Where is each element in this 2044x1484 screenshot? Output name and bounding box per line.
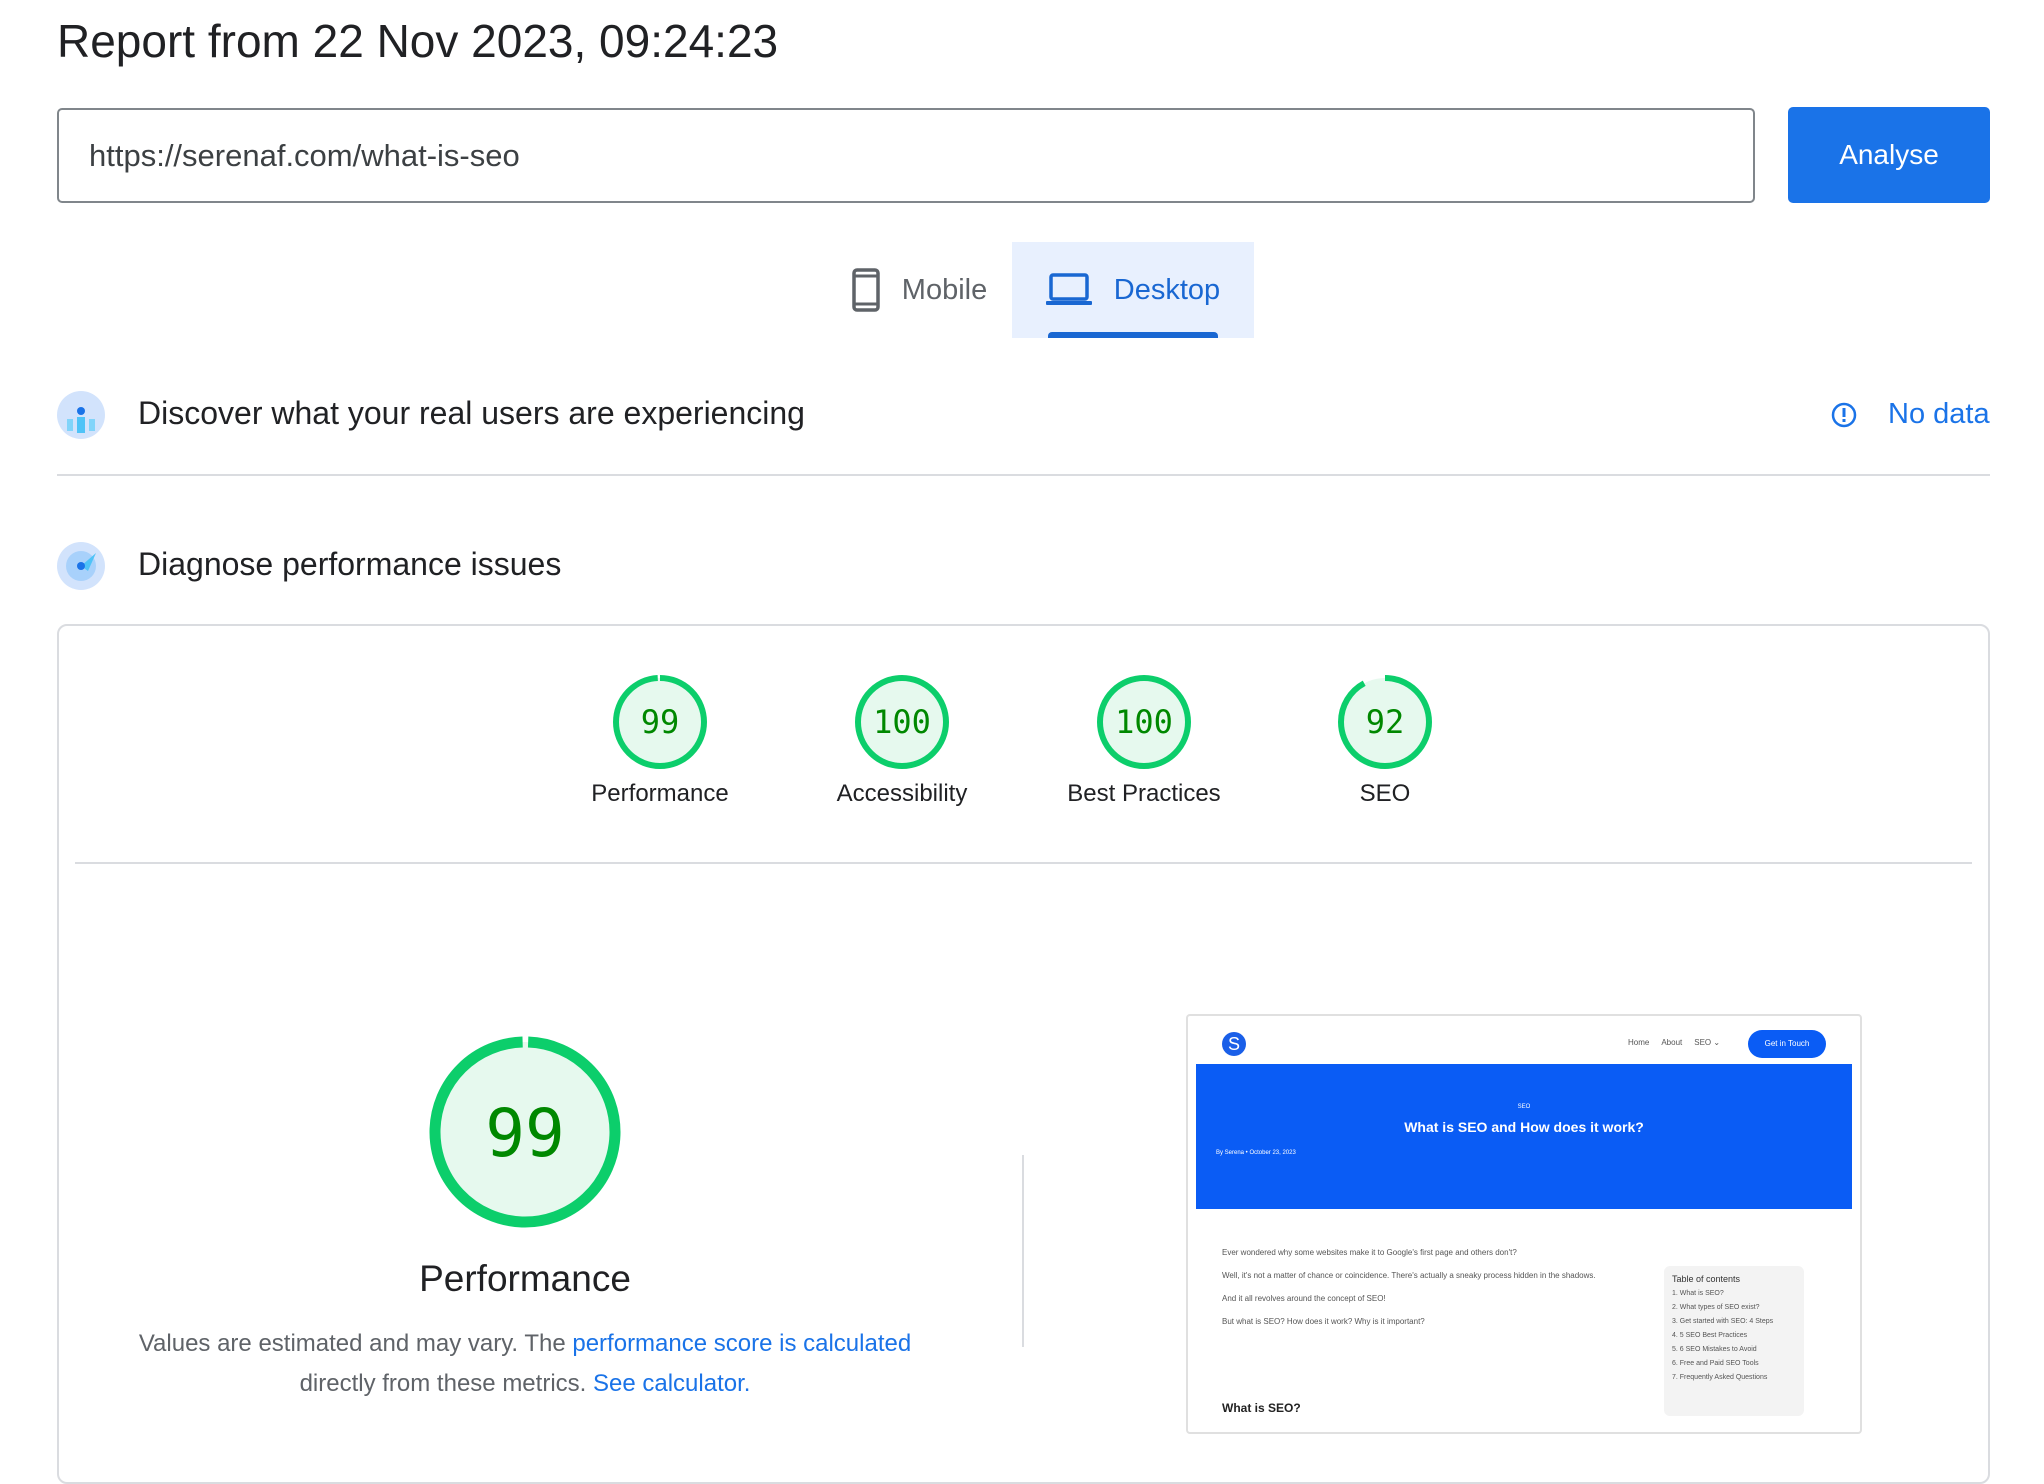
laptop-icon xyxy=(1045,273,1092,305)
divider xyxy=(57,474,1990,476)
headline: What is SEO and How does it work? xyxy=(1404,1119,1644,1135)
field-data-title: Discover what your real users are experi… xyxy=(138,395,805,431)
toc-item: 6. Free and Paid SEO Tools xyxy=(1672,1360,1759,1367)
score-label: Performance xyxy=(591,780,729,807)
desc-text: directly from these metrics. xyxy=(299,1370,593,1397)
toc-item: 2. What types of SEO exist? xyxy=(1672,1304,1760,1311)
hero-banner: SEO What is SEO and How does it work? By… xyxy=(1196,1064,1852,1209)
performance-gauge: 99 xyxy=(429,1036,621,1228)
score-gauge-best-practices[interactable]: 100 Best Practices xyxy=(1034,672,1254,808)
article-paragraph: And it all revolves around the concept o… xyxy=(1222,1294,1386,1303)
toc-item: 7. Frequently Asked Questions xyxy=(1672,1374,1768,1381)
table-of-contents: Table of contents 1. What is SEO? 2. What… xyxy=(1664,1266,1804,1416)
performance-label: Performance xyxy=(419,1258,631,1299)
score-label: SEO xyxy=(1359,780,1411,807)
performance-description: Values are estimated and may vary. The p… xyxy=(100,1324,950,1404)
toc-item: 1. What is SEO? xyxy=(1672,1290,1724,1297)
category: SEO xyxy=(1517,1104,1531,1110)
score-value: 99 xyxy=(641,703,680,741)
toc-item: 4. 5 SEO Best Practices xyxy=(1672,1332,1748,1339)
site-nav-item: Home xyxy=(1628,1038,1650,1047)
site-nav-item: About xyxy=(1661,1038,1683,1047)
analyse-button[interactable]: Analyse xyxy=(1788,107,1990,203)
gauge-ring: 100 xyxy=(1097,675,1191,769)
score-value: 92 xyxy=(1366,703,1405,741)
no-data-status: No data xyxy=(1888,398,1990,430)
score-label: Accessibility xyxy=(836,780,968,807)
byline: By Serena • October 23, 2023 xyxy=(1216,1150,1296,1156)
see-calculator-link[interactable]: See calculator. xyxy=(593,1370,750,1397)
tab-mobile[interactable]: Mobile xyxy=(827,242,1012,338)
gauge-ring: 99 xyxy=(613,675,707,769)
subheading: What is SEO? xyxy=(1222,1401,1301,1415)
article-body: Ever wondered why some websites make it … xyxy=(1222,1248,1602,1340)
score-gauge-performance[interactable]: 99 Performance xyxy=(550,672,770,808)
site-nav-item: SEO ⌄ xyxy=(1694,1038,1721,1047)
cta-button: Get in Touch xyxy=(1748,1030,1826,1058)
score-gauge-seo[interactable]: 92 SEO xyxy=(1275,672,1495,808)
article-paragraph: Ever wondered why some websites make it … xyxy=(1222,1248,1517,1257)
score-value: 100 xyxy=(873,703,931,741)
info-icon[interactable] xyxy=(1830,401,1858,429)
final-screenshot: S Home About SEO ⌄ Get in Touch SEO What i… xyxy=(1186,1014,1862,1434)
diagnose-icon xyxy=(57,542,105,590)
page-title: Report from 22 Nov 2023, 09:24:23 xyxy=(57,15,779,67)
tab-desktop[interactable]: Desktop xyxy=(1012,242,1254,338)
toc-item: 5. 6 SEO Mistakes to Avoid xyxy=(1672,1346,1757,1353)
url-input[interactable] xyxy=(57,108,1755,203)
phone-icon xyxy=(852,268,880,312)
performance-score: 99 xyxy=(485,1095,564,1172)
score-calculated-link[interactable]: performance score is calculated xyxy=(572,1330,911,1357)
tab-label: Mobile xyxy=(901,273,988,306)
article-paragraph: But what is SEO? How does it work? Why i… xyxy=(1222,1317,1425,1326)
divider xyxy=(75,862,1972,864)
article-paragraph: Well, it's not a matter of chance or coi… xyxy=(1222,1271,1596,1280)
vertical-divider xyxy=(1022,1155,1024,1347)
site-logo: S xyxy=(1222,1032,1246,1056)
lab-data-title: Diagnose performance issues xyxy=(138,546,562,582)
toc-item: 3. Get started with SEO: 4 Steps xyxy=(1672,1318,1774,1325)
active-tab-indicator xyxy=(1048,332,1218,338)
gauge-ring: 100 xyxy=(855,675,949,769)
site-nav: Home About SEO ⌄ xyxy=(1628,1038,1720,1047)
real-users-icon xyxy=(57,391,105,439)
score-value: 100 xyxy=(1115,703,1173,741)
score-label: Best Practices xyxy=(1067,780,1221,807)
gauge-ring: 92 xyxy=(1338,675,1432,769)
desc-text: Values are estimated and may vary. The xyxy=(138,1330,573,1357)
toc-title: Table of contents xyxy=(1672,1274,1741,1284)
tab-label: Desktop xyxy=(1113,273,1221,306)
score-gauge-accessibility[interactable]: 100 Accessibility xyxy=(792,672,1012,808)
